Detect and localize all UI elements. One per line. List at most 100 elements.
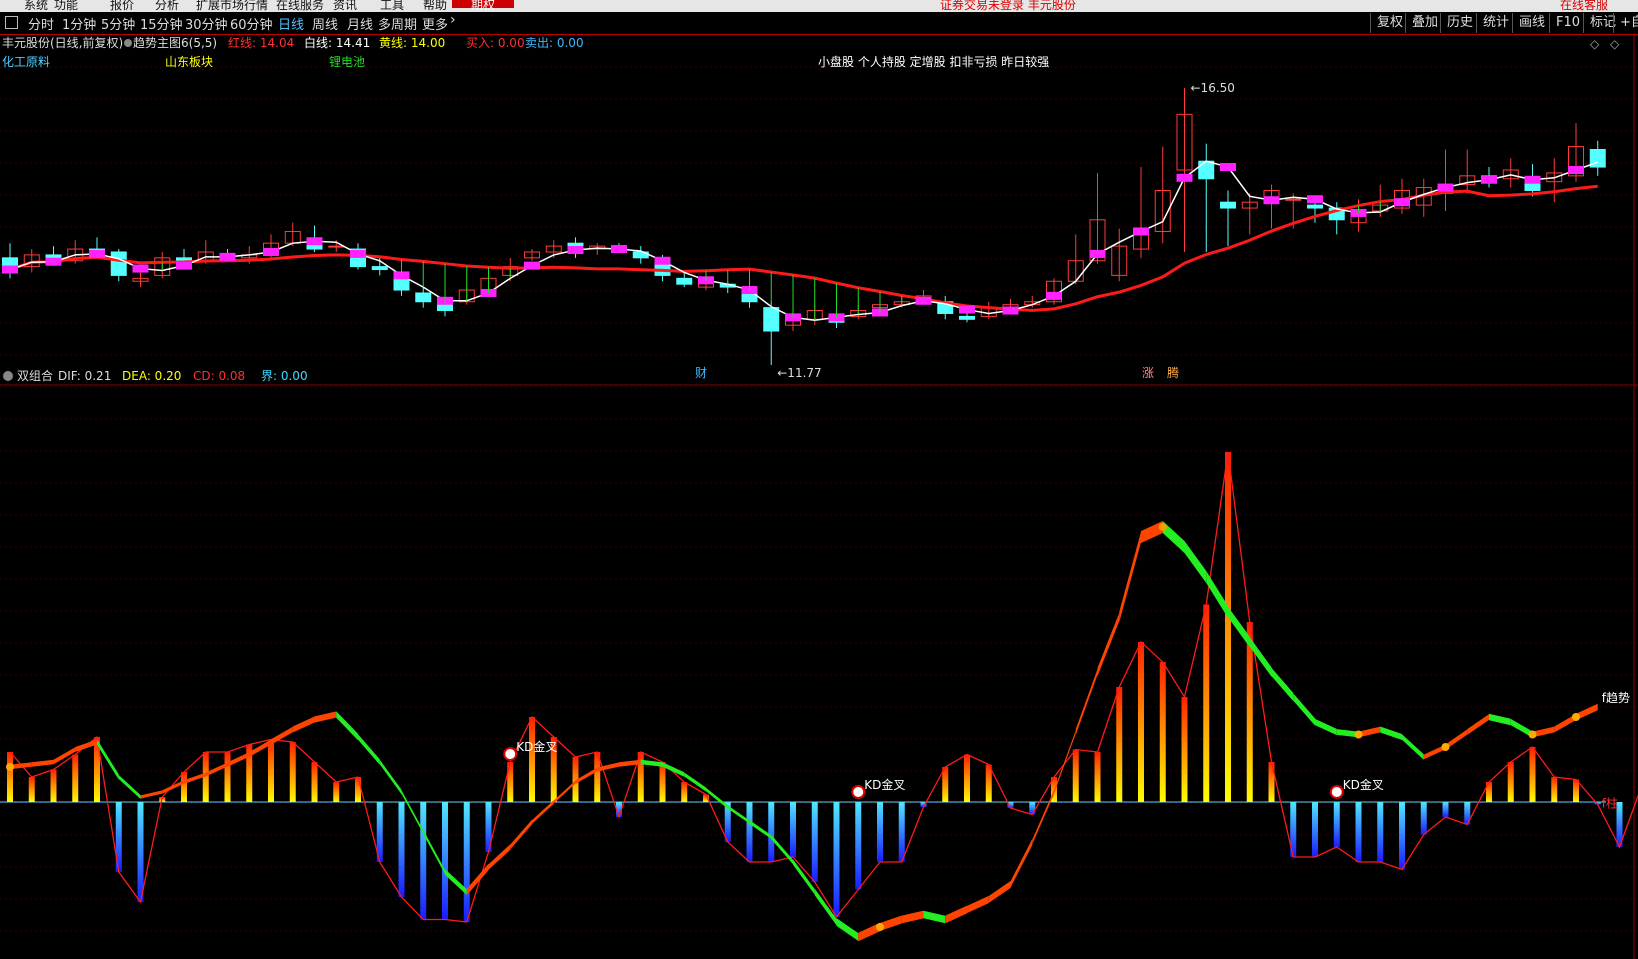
menu-item-3[interactable]: 分析 (155, 0, 179, 12)
period-5[interactable]: 60分钟 (230, 14, 273, 33)
hist-bar (768, 802, 775, 862)
hist-bar (7, 752, 13, 802)
candle (1263, 184, 1280, 229)
ribbon-segment (510, 819, 532, 850)
menu-bar: 系统 功能 报价 分析 扩展市场行情 在线服务 资讯 工具 帮助 期权 证券交易未登录 丰元股份 在线… (0, 0, 1638, 12)
candle (263, 234, 279, 261)
online-service-link[interactable]: 在线客服 (1560, 0, 1608, 12)
ribbon-segment (836, 918, 859, 941)
candle-body (415, 292, 432, 303)
menu-item-6[interactable]: 资讯 (333, 0, 357, 12)
period-0[interactable]: 分时 (28, 14, 54, 33)
period-1[interactable]: 1分钟 (62, 14, 96, 33)
tool-1[interactable]: 叠加 (1405, 13, 1444, 33)
ma-marker (89, 249, 105, 258)
hist-bar (289, 742, 296, 802)
ribbon-segment (923, 910, 946, 924)
red-moving-average (9, 184, 1598, 312)
tool-7[interactable]: +自 (1613, 13, 1638, 33)
ma-marker (1568, 165, 1584, 174)
hist-bar (833, 802, 840, 917)
candle (1394, 178, 1410, 214)
candle (937, 295, 954, 320)
menu-item-options[interactable]: 期权 (452, 0, 514, 12)
ribbon-segment (1010, 838, 1033, 888)
ribbon-segment (814, 888, 837, 926)
period-7[interactable]: 周线 (312, 14, 338, 33)
white-moving-average (9, 160, 1599, 322)
candle (1589, 140, 1606, 176)
ribbon-segment (1206, 571, 1228, 618)
ribbon-segment (1075, 669, 1098, 735)
ma-marker (263, 247, 279, 256)
candle-body (1220, 201, 1236, 209)
trend-bars (161, 201, 1381, 321)
hist-bar (898, 802, 905, 862)
tool-0[interactable]: 复权 (1370, 13, 1409, 33)
hist-bar (463, 802, 470, 922)
ribbon-segment (1141, 521, 1163, 543)
menu-item-1[interactable]: 功能 (54, 0, 78, 12)
hist-bar (137, 802, 144, 902)
hist-bar (1138, 642, 1144, 802)
ribbon-segment (445, 869, 467, 895)
sector-tag-1: 山东板块 (165, 55, 213, 69)
period-9[interactable]: 多周期 (378, 14, 417, 33)
candle (1241, 193, 1258, 235)
hist-bar (1529, 747, 1536, 802)
trend-end-label: f趋势 (1602, 691, 1630, 705)
menu-item-2[interactable]: 报价 (110, 0, 134, 12)
ribbon-segment (1054, 730, 1076, 794)
candle (1154, 146, 1171, 244)
indicator-name: 趋势主图6(5,5) (133, 36, 217, 50)
hist-bar (1181, 697, 1188, 802)
kd-golden-cross-label: KD金叉 (864, 777, 905, 792)
ribbon-segment (793, 859, 815, 895)
hist-bar (72, 754, 79, 802)
hist-bar (942, 767, 949, 802)
ribbon-segment (727, 805, 750, 824)
tool-5[interactable]: F10 (1549, 13, 1586, 33)
hist-bar (1377, 802, 1384, 862)
tool-4[interactable]: 画线 (1512, 13, 1551, 33)
ribbon-segment (75, 739, 97, 753)
hist-bar (855, 802, 862, 890)
menu-item-5[interactable]: 在线服务 (276, 0, 324, 12)
ribbon-segment (1402, 734, 1424, 760)
period-6[interactable]: 日线 (278, 14, 304, 33)
ma-marker (611, 245, 627, 254)
diamond-icon: ◇ (1590, 37, 1600, 51)
period-2[interactable]: 5分钟 (101, 14, 135, 33)
sector-tag-2: 锂电池 (329, 54, 365, 69)
period-4[interactable]: 30分钟 (185, 14, 228, 33)
period-3[interactable]: 15分钟 (140, 14, 183, 33)
period-10[interactable]: 更多 (422, 14, 448, 33)
expand-icon: ◇ (1610, 37, 1620, 51)
period-8[interactable]: 月线 (347, 14, 373, 33)
menu-item-4[interactable]: 扩展市场行情 (196, 0, 268, 12)
candle-body (371, 266, 388, 271)
high-price-label: ←16.50 (1191, 81, 1235, 95)
hist-bar (1442, 802, 1449, 817)
ribbon-segment (314, 711, 337, 723)
hist-bar (681, 782, 688, 802)
ma-marker (567, 246, 584, 255)
ribbon-segment (988, 881, 1011, 903)
tool-3[interactable]: 统计 (1476, 13, 1515, 33)
layout-icon[interactable] (5, 16, 18, 29)
menu-item-0[interactable]: 系统 (24, 0, 48, 12)
ma-marker (1437, 183, 1454, 192)
hist-bar (746, 802, 753, 862)
candle (980, 301, 997, 320)
ribbon-segment (662, 762, 685, 777)
ribbon-segment (967, 895, 989, 914)
hist-bar (964, 754, 970, 802)
hist-bar (811, 802, 818, 882)
dea-value: DEA: 0.20 (122, 369, 181, 383)
tool-2[interactable]: 历史 (1440, 13, 1479, 33)
kline-chart[interactable]: 丰元股份(日线,前复权) 趋势主图6(5,5) 红线: 14.04 白线: 14.41… (0, 35, 1638, 959)
ribbon-segment (1119, 531, 1141, 623)
finance-marker: 财 (695, 366, 707, 380)
menu-item-7[interactable]: 工具 (380, 0, 404, 12)
menu-item-8[interactable]: 帮助 (423, 0, 447, 12)
